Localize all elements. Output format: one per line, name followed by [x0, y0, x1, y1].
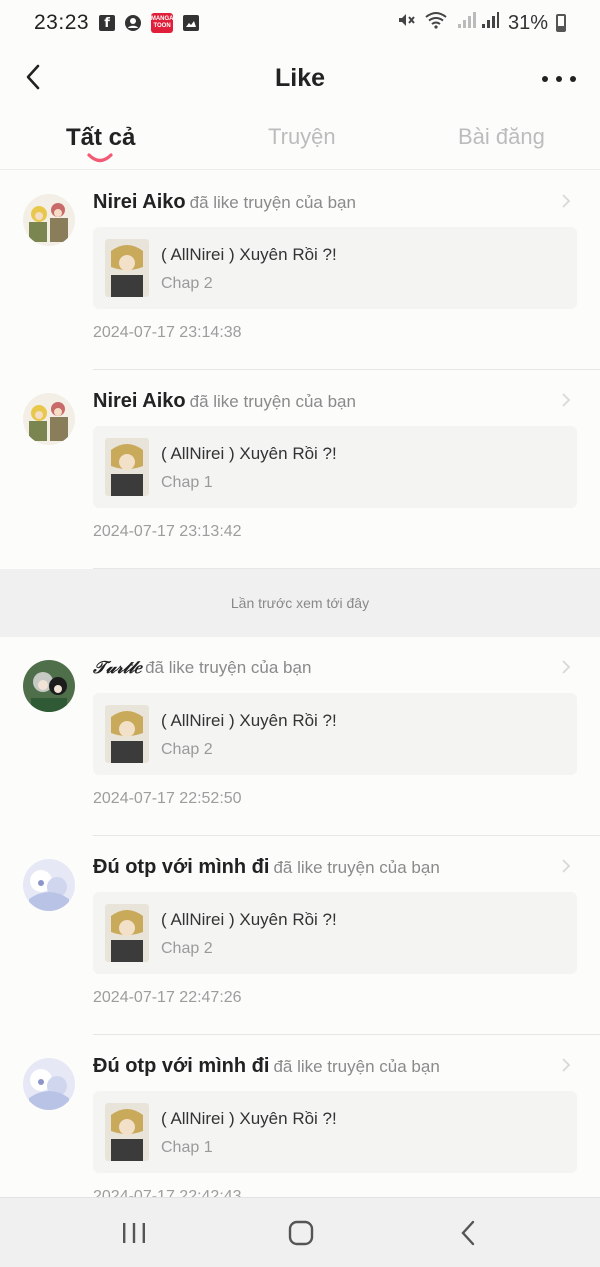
avatar[interactable]: [23, 1058, 75, 1110]
list-item[interactable]: Nirei Aiko đã like truyện của bạn ( AllNi…: [0, 171, 600, 370]
timestamp: 2024-07-17 23:13:42: [93, 523, 242, 540]
story-card[interactable]: ( AllNirei ) Xuyên Rồi ?! Chap 2: [93, 693, 577, 775]
user-name[interactable]: 𝒯𝓊𝓇𝓉𝓁𝑒: [93, 658, 141, 678]
chapter-label: Chap 2: [161, 940, 213, 957]
chevron-right-icon[interactable]: [560, 1057, 572, 1073]
story-card[interactable]: ( AllNirei ) Xuyên Rồi ?! Chap 2: [93, 227, 577, 309]
action-text: đã like truyện của bạn: [273, 858, 440, 877]
story-title: ( AllNirei ) Xuyên Rồi ?!: [161, 1109, 337, 1128]
story-cover: [105, 1103, 149, 1161]
list-item[interactable]: Đú otp với mình đi đã like truyện của bạn…: [0, 836, 600, 1035]
story-cover: [105, 438, 149, 496]
avatar[interactable]: [23, 660, 75, 712]
chevron-right-icon[interactable]: [560, 659, 572, 675]
mangatoon-icon: MANGA TOON: [151, 13, 174, 33]
notification-list[interactable]: Nirei Aiko đã like truyện của bạn ( AllNi…: [0, 171, 600, 1197]
battery-icon: [556, 14, 566, 32]
image-icon: [183, 15, 200, 31]
system-nav-bar: [0, 1197, 600, 1267]
chapter-label: Chap 2: [161, 741, 213, 758]
facebook-icon: f: [99, 15, 116, 31]
tab-stories[interactable]: Truyện: [268, 124, 336, 150]
action-text: đã like truyện của bạn: [189, 392, 356, 411]
chapter-label: Chap 2: [161, 275, 213, 292]
timestamp: 2024-07-17 22:47:26: [93, 989, 242, 1006]
status-time: 23:23: [34, 11, 90, 34]
avatar[interactable]: [23, 194, 75, 246]
story-title: ( AllNirei ) Xuyên Rồi ?!: [161, 711, 337, 730]
signal-icon: [456, 10, 500, 36]
status-bar: 23:23 f MANGA TOON 31%: [0, 0, 600, 46]
header: Like: [0, 50, 600, 108]
user-name[interactable]: Đú otp với mình đi: [93, 1055, 269, 1077]
story-title: ( AllNirei ) Xuyên Rồi ?!: [161, 444, 337, 463]
active-tab-indicator: [87, 153, 113, 163]
more-dots-icon[interactable]: [542, 64, 576, 94]
action-text: đã like truyện của bạn: [145, 658, 312, 677]
notification-title: 𝒯𝓊𝓇𝓉𝓁𝑒 đã like truyện của bạn: [93, 657, 311, 679]
story-cover: [105, 705, 149, 763]
story-card[interactable]: ( AllNirei ) Xuyên Rồi ?! Chap 1: [93, 1091, 577, 1173]
chevron-right-icon[interactable]: [560, 193, 572, 209]
back-icon[interactable]: [452, 1218, 486, 1248]
story-card[interactable]: ( AllNirei ) Xuyên Rồi ?! Chap 2: [93, 892, 577, 974]
recents-icon[interactable]: [117, 1218, 151, 1248]
tab-all[interactable]: Tất cả: [66, 124, 135, 152]
notification-title: Nirei Aiko đã like truyện của bạn: [93, 390, 356, 413]
account-icon: [125, 15, 142, 31]
chapter-label: Chap 1: [161, 474, 213, 491]
timestamp: 2024-07-17 23:14:38: [93, 324, 242, 341]
timestamp: 2024-07-17 22:52:50: [93, 790, 242, 807]
last-seen-separator: Lần trước xem tới đây: [0, 569, 600, 637]
divider: [93, 568, 600, 569]
story-title: ( AllNirei ) Xuyên Rồi ?!: [161, 910, 337, 929]
user-name[interactable]: Nirei Aiko: [93, 390, 186, 412]
notification-title: Nirei Aiko đã like truyện của bạn: [93, 191, 356, 214]
notification-title: Đú otp với mình đi đã like truyện của bạn: [93, 856, 440, 879]
battery-percent: 31%: [507, 11, 548, 34]
user-name[interactable]: Đú otp với mình đi: [93, 856, 269, 878]
story-title: ( AllNirei ) Xuyên Rồi ?!: [161, 245, 337, 264]
story-cover: [105, 239, 149, 297]
tab-posts[interactable]: Bài đăng: [458, 124, 545, 150]
story-cover: [105, 904, 149, 962]
action-text: đã like truyện của bạn: [189, 193, 356, 212]
chevron-right-icon[interactable]: [560, 858, 572, 874]
list-item[interactable]: Nirei Aiko đã like truyện của bạn ( AllNi…: [0, 370, 600, 569]
avatar[interactable]: [23, 393, 75, 445]
avatar[interactable]: [23, 859, 75, 911]
timestamp: 2024-07-17 22:42:43: [93, 1188, 242, 1197]
notification-title: Đú otp với mình đi đã like truyện của bạn: [93, 1055, 440, 1078]
list-item[interactable]: Đú otp với mình đi đã like truyện của bạn…: [0, 1035, 600, 1197]
home-icon[interactable]: [284, 1218, 318, 1248]
action-text: đã like truyện của bạn: [273, 1057, 440, 1076]
list-item[interactable]: 𝒯𝓊𝓇𝓉𝓁𝑒 đã like truyện của bạn ( AllNirei …: [0, 637, 600, 836]
page-title: Like: [274, 64, 326, 92]
story-card[interactable]: ( AllNirei ) Xuyên Rồi ?! Chap 1: [93, 426, 577, 508]
mute-icon: [396, 10, 416, 36]
user-name[interactable]: Nirei Aiko: [93, 191, 186, 213]
chapter-label: Chap 1: [161, 1139, 213, 1156]
wifi-icon: [424, 10, 448, 36]
chevron-right-icon[interactable]: [560, 392, 572, 408]
